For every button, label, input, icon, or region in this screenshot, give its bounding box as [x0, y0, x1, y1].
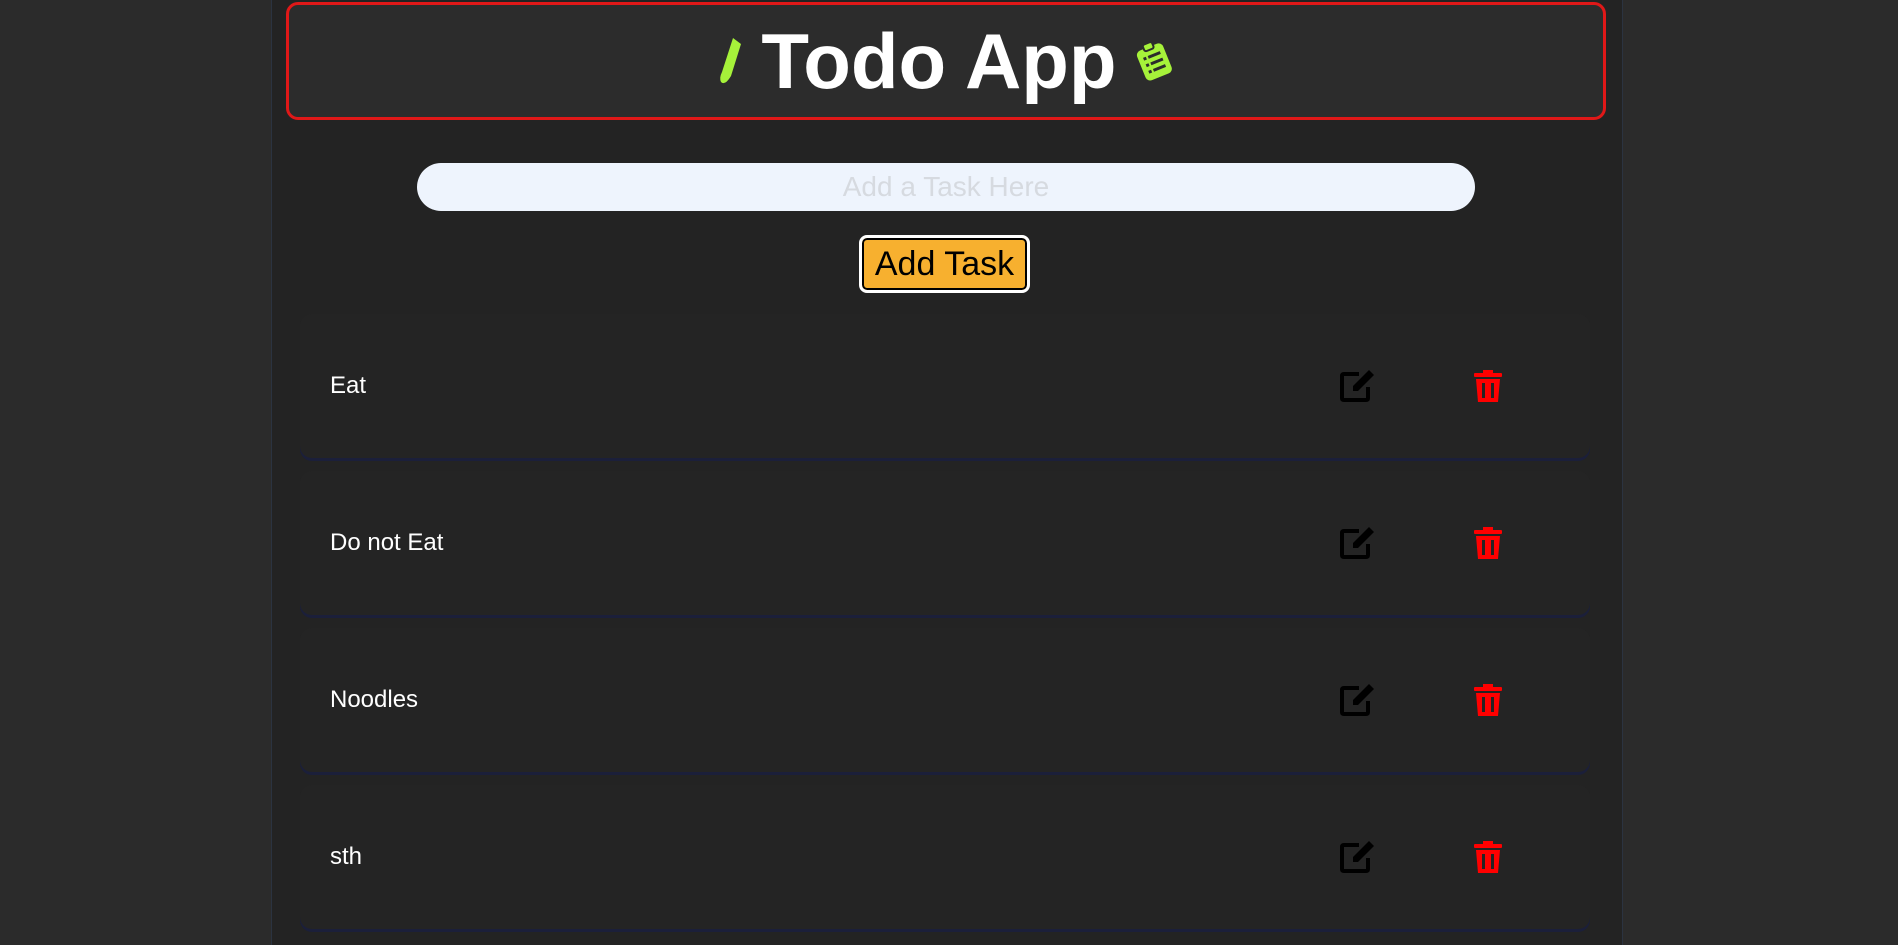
task-text: Eat: [330, 372, 367, 399]
trash-icon[interactable]: [1468, 523, 1508, 563]
task-text: sth: [330, 843, 363, 870]
trash-icon[interactable]: [1468, 837, 1508, 877]
task-item: sth: [300, 785, 1590, 929]
task-input-wrapper: [417, 163, 1475, 211]
edit-icon[interactable]: [1338, 366, 1378, 406]
task-item: Eat: [300, 314, 1590, 458]
edit-icon[interactable]: [1338, 837, 1378, 877]
app-container: Todo App Add Task Eat: [271, 0, 1623, 945]
task-item: Noodles: [300, 628, 1590, 772]
page-title: Todo App: [761, 17, 1117, 105]
app-header: Todo App: [286, 2, 1606, 120]
trash-icon[interactable]: [1468, 680, 1508, 720]
task-item: Do not Eat: [300, 471, 1590, 615]
pencil-icon: [717, 36, 745, 86]
add-task-button[interactable]: Add Task: [859, 235, 1030, 293]
clipboard-list-icon: [1133, 40, 1175, 82]
edit-icon[interactable]: [1338, 680, 1378, 720]
task-input[interactable]: [417, 163, 1475, 211]
trash-icon[interactable]: [1468, 366, 1508, 406]
task-text: Noodles: [330, 686, 419, 713]
task-text: Do not Eat: [330, 529, 444, 556]
task-list: Eat Do not Eat Noodles sth: [300, 314, 1590, 942]
edit-icon[interactable]: [1338, 523, 1378, 563]
